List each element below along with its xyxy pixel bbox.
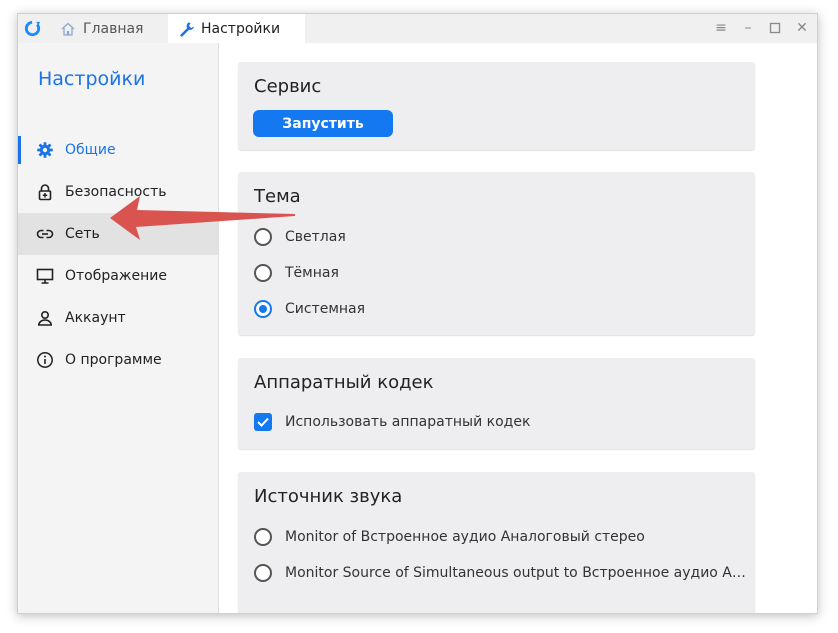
sidebar-item-label: О программе — [65, 352, 162, 368]
codec-title: Аппаратный кодек — [254, 372, 434, 393]
radio-label: Monitor Source of Simultaneous output to… — [285, 565, 746, 581]
sidebar-title: Настройки — [38, 68, 146, 90]
audio-source-option[interactable]: Monitor of Встроенное аудио Аналоговый с… — [254, 526, 645, 548]
user-icon — [36, 309, 54, 327]
hardware-codec-checkbox-row[interactable]: Использовать аппаратный кодек — [254, 411, 530, 433]
audio-source-card: Источник звука Monitor of Встроенное ауд… — [238, 472, 755, 613]
minimize-icon[interactable]: – — [740, 20, 756, 36]
service-title: Сервис — [254, 76, 322, 97]
checkbox[interactable] — [254, 413, 272, 431]
sidebar-item-account[interactable]: Аккаунт — [18, 297, 218, 339]
start-button[interactable]: Запустить — [253, 110, 393, 137]
sidebar-item-label: Общие — [65, 142, 116, 158]
app-window: Главная Настройки ≡ – ✕ Настройки Общие … — [17, 13, 818, 614]
menu-icon[interactable]: ≡ — [713, 20, 729, 36]
close-icon[interactable]: ✕ — [794, 20, 810, 36]
sidebar-item-display[interactable]: Отображение — [18, 255, 218, 297]
maximize-icon[interactable] — [767, 20, 783, 36]
theme-option-system[interactable]: Системная — [254, 298, 365, 320]
tab-settings-label: Настройки — [201, 20, 281, 37]
audio-source-option[interactable]: Monitor Source of Simultaneous output to… — [254, 562, 746, 584]
gear-icon — [36, 141, 54, 159]
sidebar-item-label: Сеть — [65, 226, 100, 242]
theme-option-dark[interactable]: Тёмная — [254, 262, 339, 284]
home-icon — [61, 22, 75, 36]
radio-label: Системная — [285, 301, 366, 317]
radio-label: Monitor of Встроенное аудио Аналоговый с… — [285, 529, 645, 545]
codec-card: Аппаратный кодек Использовать аппаратный… — [238, 358, 755, 449]
lock-icon — [36, 183, 54, 201]
radio-button[interactable] — [254, 300, 272, 318]
info-icon — [36, 351, 54, 369]
title-bar: Главная Настройки ≡ – ✕ — [18, 14, 817, 43]
radio-button[interactable] — [254, 528, 272, 546]
monitor-icon — [36, 267, 54, 285]
sidebar-item-label: Аккаунт — [65, 310, 126, 326]
settings-content: Сервис Запустить Тема Светлая Тёмная Сис… — [219, 43, 817, 613]
radio-label: Тёмная — [285, 265, 339, 281]
radio-button[interactable] — [254, 264, 272, 282]
app-logo-icon — [24, 20, 41, 37]
link-icon — [36, 225, 54, 243]
annotation-arrow-icon — [110, 196, 295, 240]
tab-settings[interactable]: Настройки — [168, 14, 305, 43]
tab-home[interactable]: Главная — [60, 14, 168, 43]
wrench-icon — [180, 22, 194, 37]
sidebar-item-general[interactable]: Общие — [18, 129, 218, 171]
tab-home-label: Главная — [83, 20, 144, 37]
sidebar-item-about[interactable]: О программе — [18, 339, 218, 381]
sidebar: Настройки Общие Безопасность Сеть Отобра… — [18, 43, 219, 613]
sidebar-item-label: Отображение — [65, 268, 167, 284]
radio-button[interactable] — [254, 564, 272, 582]
theme-card: Тема Светлая Тёмная Системная — [238, 172, 755, 335]
check-icon — [257, 417, 269, 427]
checkbox-label: Использовать аппаратный кодек — [285, 414, 531, 430]
service-card: Сервис Запустить — [238, 62, 755, 150]
audio-source-title: Источник звука — [254, 486, 403, 507]
